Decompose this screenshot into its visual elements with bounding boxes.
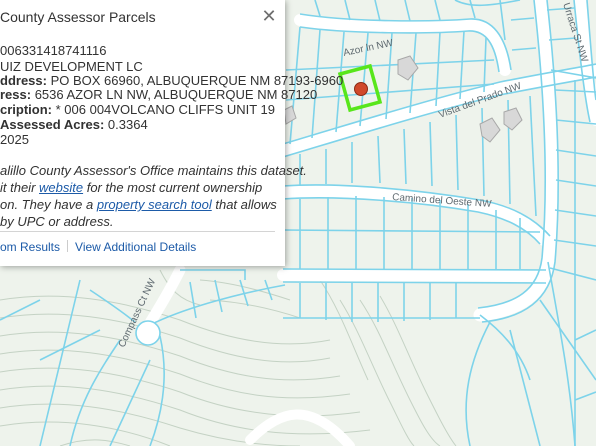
owner-address-label: ddress: [0,73,47,88]
close-icon[interactable]: ✕ [261,7,277,25]
parcel-upc: 006331418741116 [0,43,107,58]
situs-address-row: ress: 6536 AZOR LN NW, ALBUQUERQUE NM 87… [0,87,317,103]
description-line-2: it their website for the most current ow… [0,180,263,195]
description-line-1: alillo County Assessor's Office maintain… [0,163,307,178]
dataset-description: alillo County Assessor's Office maintain… [0,162,307,230]
tax-year-row: 2025 [0,132,29,147]
popup-header: County Assessor Parcels ✕ [0,0,285,34]
action-separator [67,240,69,252]
situs-address-label: ress: [0,87,32,102]
popup-title: County Assessor Parcels [0,9,156,25]
description-line-4: by UPC or address. [0,214,114,229]
website-link[interactable]: website [39,180,83,195]
legal-description-label: cription: [0,102,52,117]
cul-de-sac [135,320,161,346]
parcel-popup: County Assessor Parcels ✕ 00633141874111… [0,0,343,266]
assessed-acres-value: 0.3364 [104,117,148,132]
view-additional-details-link[interactable]: View Additional Details [75,240,196,254]
legal-description-row: cription: * 006 004VOLCANO CLIFFS UNIT 1… [0,102,275,118]
popup-divider [0,231,275,232]
assessed-acres-label: Assessed Acres: [0,117,105,132]
description-line-3: on. They have a property search tool tha… [0,197,277,212]
legal-description-value: * 006 004VOLCANO CLIFFS UNIT 19 [52,102,276,117]
popup-actions: om Results View Additional Details [0,240,196,254]
property-search-tool-link[interactable]: property search tool [97,197,212,212]
owner-address-value: PO BOX 66960, ALBUQUERQUE NM 87193-6960 [46,73,344,88]
assessed-acres-row: Assessed Acres: 0.3364 [0,117,148,133]
parcel-location-marker[interactable] [354,82,368,96]
situs-address-value: 6536 AZOR LN NW, ALBUQUERQUE NM 87120 [31,87,318,102]
zoom-to-results-link[interactable]: om Results [0,240,60,254]
